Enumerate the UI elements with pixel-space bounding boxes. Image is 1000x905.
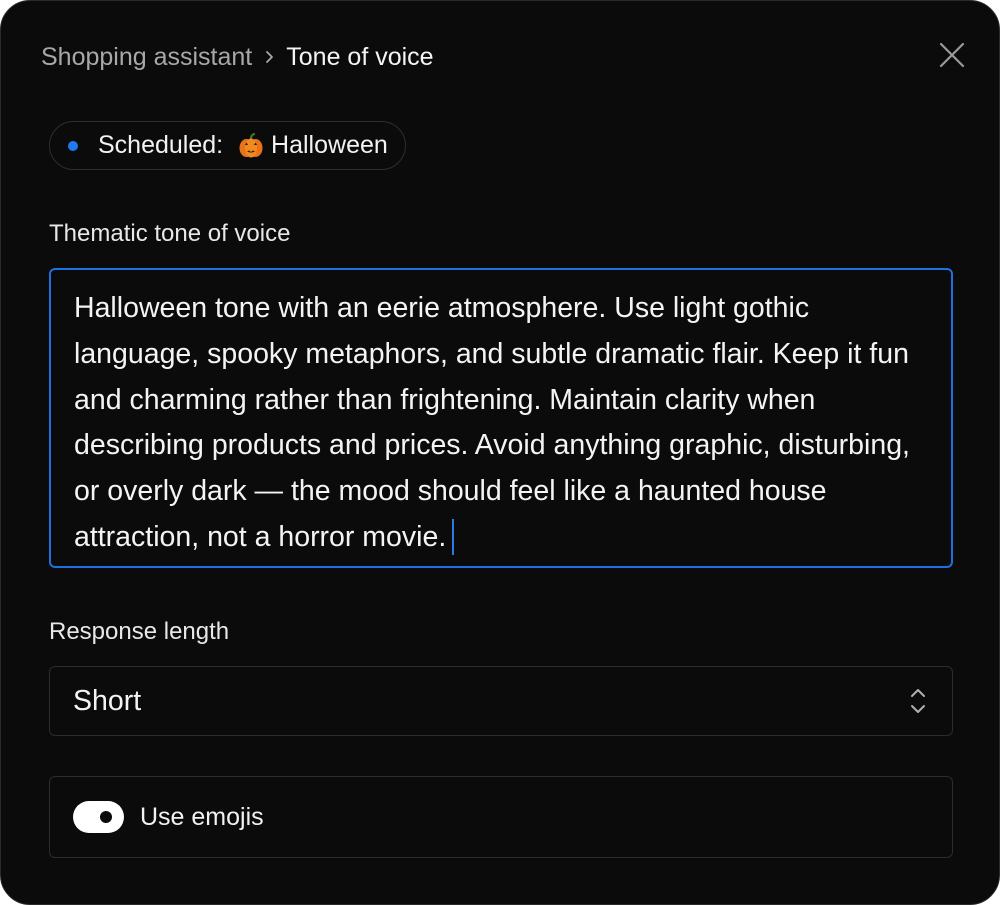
response-length-label: Response length — [49, 618, 230, 645]
tone-of-voice-panel: Shopping assistant Tone of voice Schedul… — [0, 0, 1000, 905]
breadcrumb: Shopping assistant Tone of voice — [41, 39, 434, 75]
status-label: Scheduled: — [98, 131, 231, 159]
tone-field-label: Thematic tone of voice — [49, 220, 291, 247]
tone-textarea[interactable]: Halloween tone with an eerie atmosphere.… — [49, 268, 953, 568]
breadcrumb-parent[interactable]: Shopping assistant — [41, 43, 252, 72]
tone-textarea-value: Halloween tone with an eerie atmosphere.… — [74, 292, 910, 553]
status-event: Halloween — [271, 131, 388, 159]
status-dot — [68, 140, 78, 151]
text-caret — [452, 518, 455, 555]
response-length-value: Short — [73, 684, 142, 717]
toggle-knob — [100, 811, 112, 823]
close-icon — [939, 42, 965, 73]
chevron-right-icon — [252, 39, 286, 75]
use-emojis-row: Use emojis — [49, 776, 953, 858]
close-button[interactable] — [933, 38, 971, 76]
schedule-status-badge: Scheduled: Halloween — [49, 121, 406, 170]
use-emojis-label[interactable]: Use emojis — [140, 803, 264, 832]
pumpkin-icon — [238, 132, 264, 159]
breadcrumb-current: Tone of voice — [286, 42, 434, 71]
use-emojis-toggle[interactable] — [73, 801, 124, 833]
chevron-up-down-icon — [908, 685, 928, 717]
response-length-select[interactable]: Short — [49, 666, 953, 736]
